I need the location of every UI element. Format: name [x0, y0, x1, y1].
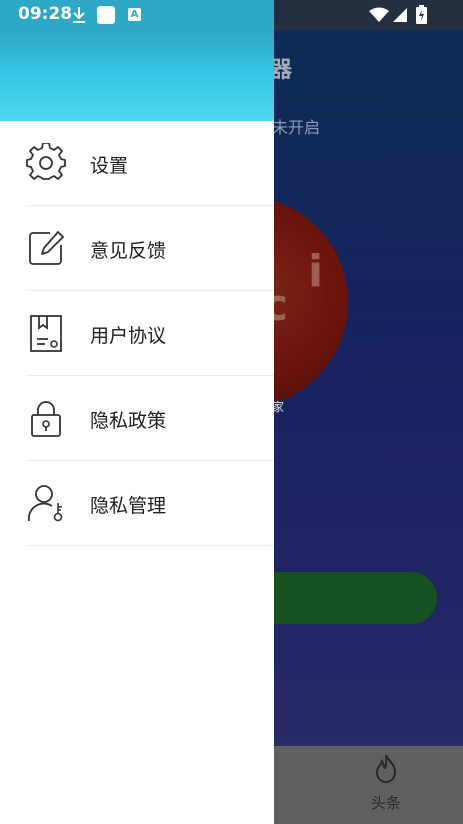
status-time: 09:28	[18, 4, 73, 24]
status-bar: 09:28 A	[0, 0, 463, 30]
edit-icon	[29, 231, 64, 265]
battery-icon	[416, 5, 427, 24]
a-icon: A	[128, 8, 141, 21]
drawer-header	[0, 30, 274, 121]
menu-item-user-agreement[interactable]: 用户协议	[26, 291, 274, 376]
gear-icon	[26, 143, 66, 180]
user-key-icon	[27, 485, 63, 522]
lock-icon	[31, 401, 61, 437]
menu-item-label: 设置	[90, 155, 129, 177]
watermark-domain: .com	[238, 412, 265, 425]
menu-item-privacy-management[interactable]: 隐私管理	[26, 461, 274, 546]
wifi-icon	[369, 7, 389, 22]
menu-item-label: 意见反馈	[90, 240, 167, 262]
menu-item-settings[interactable]: 设置	[26, 121, 274, 206]
menu-item-feedback[interactable]: 意见反馈	[26, 206, 274, 291]
square-icon	[97, 6, 115, 24]
download-icon	[73, 7, 85, 23]
signal-icon	[393, 8, 407, 22]
watermark-logo: K73	[168, 396, 222, 426]
navigation-drawer: 设置 意见反馈 用户协议 隐私政策 隐私管理	[0, 30, 274, 824]
menu-item-privacy-policy[interactable]: 隐私政策	[26, 376, 274, 461]
menu-item-label: 隐私管理	[90, 495, 167, 517]
menu-item-label: 用户协议	[90, 325, 167, 347]
menu-item-label: 隐私政策	[90, 410, 167, 432]
document-icon	[30, 315, 62, 352]
